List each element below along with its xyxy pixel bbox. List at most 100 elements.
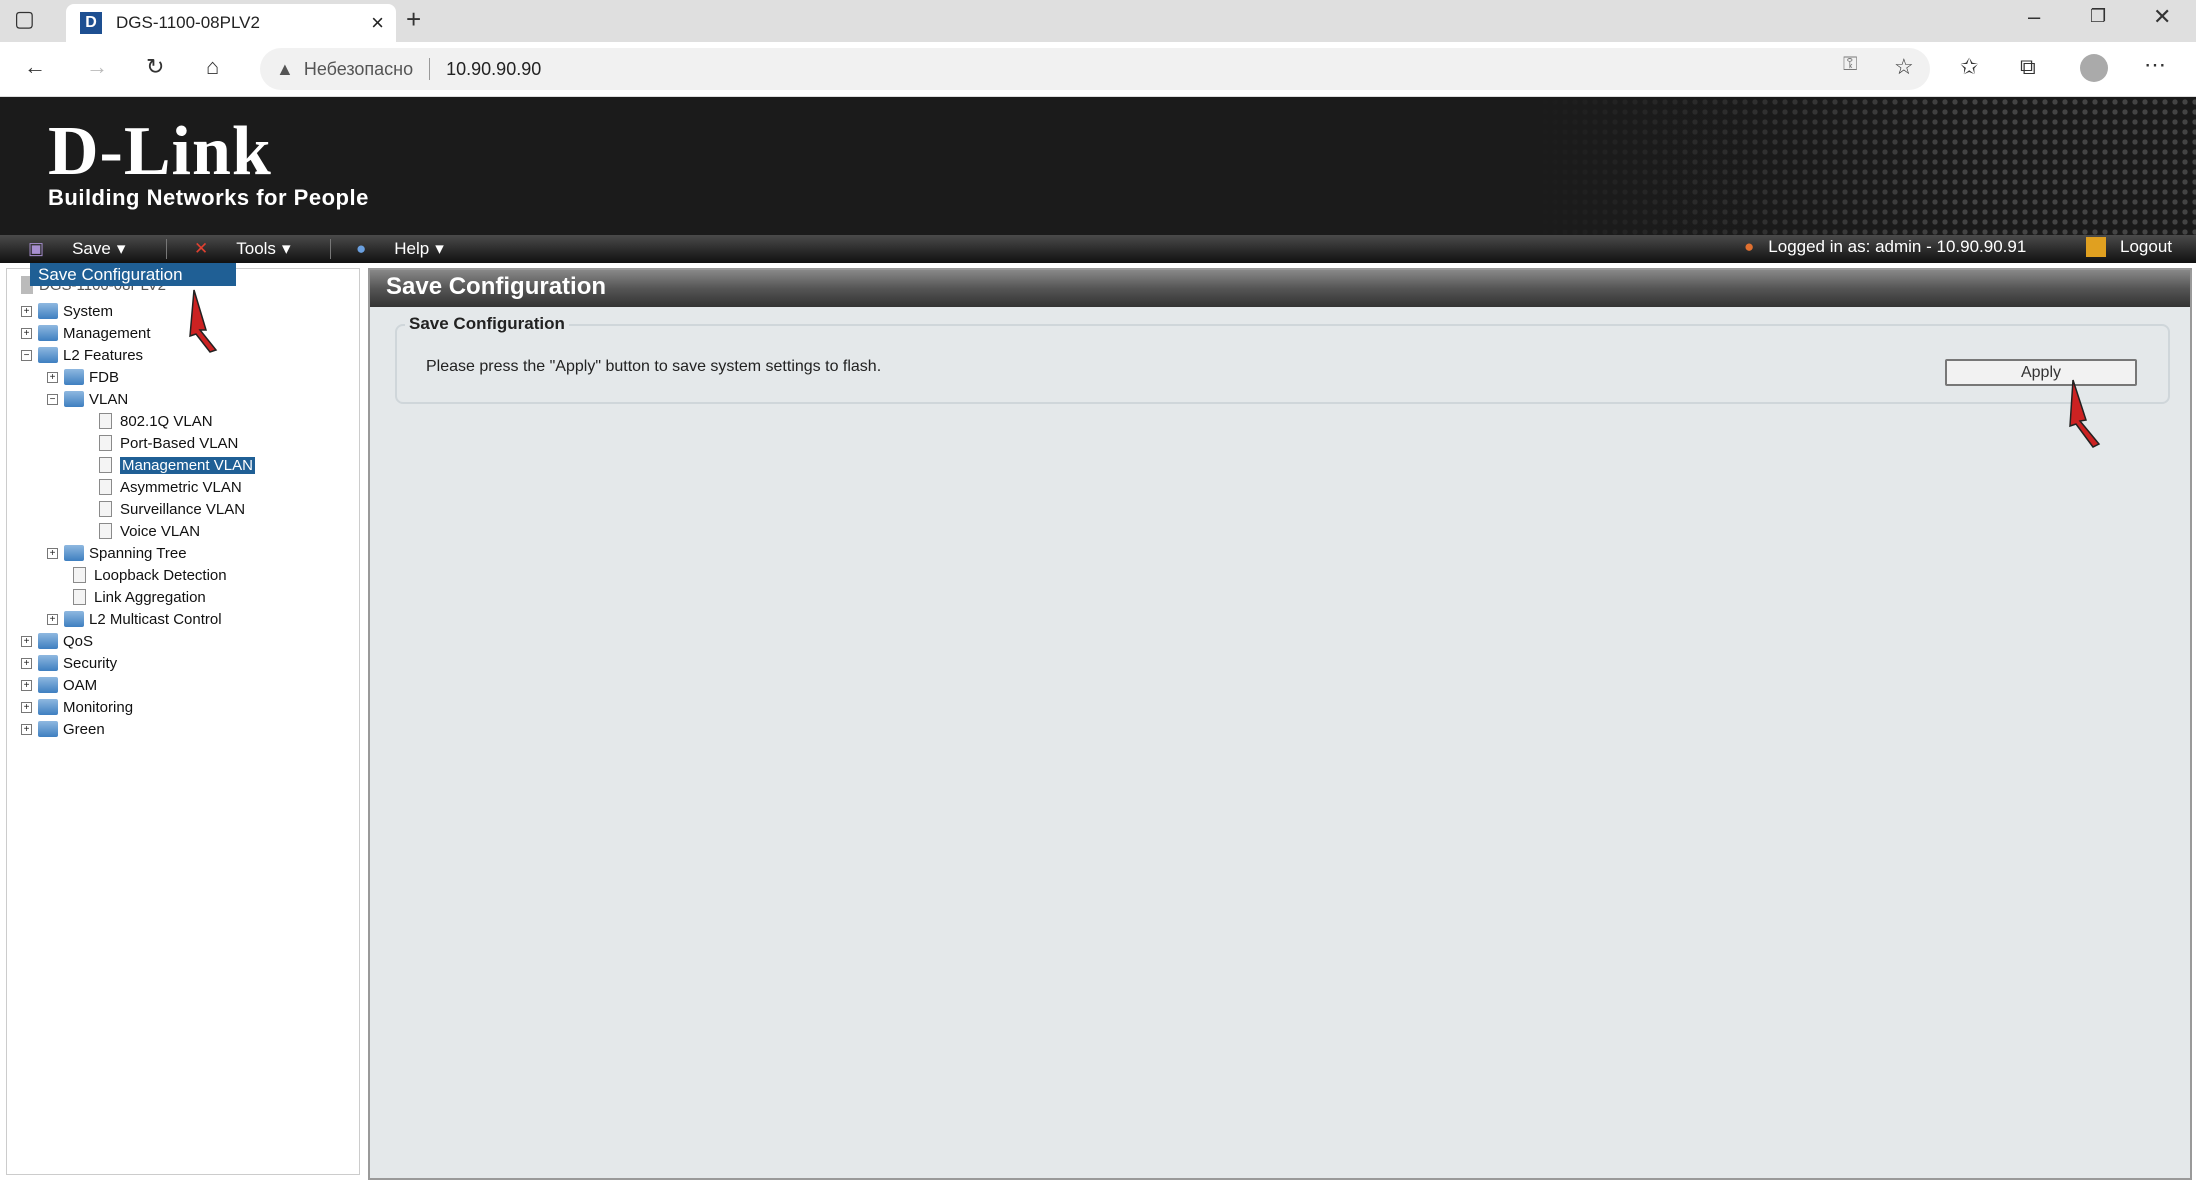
expand-icon[interactable]: + [47,371,58,383]
tree-item-label: Link Aggregation [94,588,206,606]
folder-icon [64,611,84,627]
expand-icon[interactable]: + [47,613,58,625]
reload-icon[interactable]: ↻ [146,54,164,80]
menu-save[interactable]: ▣ Save ▾ [28,239,125,259]
tree-item[interactable]: + Management [21,323,151,343]
collapse-icon[interactable]: − [21,349,32,361]
folder-icon [64,369,84,385]
menu-tools[interactable]: ✕ Tools ▾ [194,239,290,259]
document-icon [99,457,112,473]
help-icon: ● [356,239,367,258]
floppy-icon: ▣ [28,239,45,258]
tree-item[interactable]: Loopback Detection [73,565,227,585]
more-icon[interactable]: ⋯ [2144,52,2166,78]
document-icon [99,479,112,495]
logout-button[interactable]: Logout [2086,237,2172,257]
collections-icon[interactable]: ⧉ [2020,54,2036,80]
expand-icon[interactable]: + [21,635,32,647]
key-icon [2086,237,2106,257]
tree-item-label: L2 Multicast Control [89,610,222,628]
document-icon [73,567,86,583]
tree-item-label: Port-Based VLAN [120,434,239,452]
tree-item-label: Loopback Detection [94,566,227,584]
expand-icon[interactable]: + [21,657,32,669]
folder-icon [64,391,84,407]
expand-icon[interactable]: + [21,305,32,317]
expand-icon[interactable]: + [21,679,32,691]
tree-item-label: VLAN [89,390,129,408]
key-icon[interactable]: ⚿ [1843,54,1857,76]
folder-icon [38,303,58,319]
tree-item[interactable]: Voice VLAN [99,521,200,541]
menu-bar: ▣ Save ▾ ✕ Tools ▾ ● Help ▾ ● Logged in as: adm… [0,235,2196,263]
expand-icon[interactable]: + [21,723,32,735]
tree-item-label: Spanning Tree [89,544,187,562]
expand-icon[interactable]: + [47,547,58,559]
folder-icon [38,677,58,693]
restore-icon[interactable]: ❐ [2090,6,2106,27]
profile-avatar-icon[interactable] [2080,54,2108,82]
dlink-header: D-Link Building Networks for People [0,97,2196,235]
tree-item[interactable]: + QoS [21,631,93,651]
folder-icon [38,325,58,341]
collapse-icon[interactable]: − [47,393,58,405]
folder-icon [38,633,58,649]
tree-item[interactable]: − VLAN [47,389,128,409]
tree-item[interactable]: Port-Based VLAN [99,433,238,453]
folder-icon [64,545,84,561]
tree-item[interactable]: + Security [21,653,117,673]
tab-actions-icon[interactable]: ▢ [14,6,35,32]
logged-in-status: ● Logged in as: admin - 10.90.90.91 [1744,237,2027,256]
tree-item[interactable]: + L2 Multicast Control [47,609,222,629]
tree-item-label: OAM [63,676,98,694]
menu-help[interactable]: ● Help ▾ [356,239,444,259]
dlink-logo: D-Link Building Networks for People [48,113,369,211]
save-configuration-fieldset: Save Configuration Please press the "App… [395,314,2170,404]
new-tab-icon[interactable]: + [406,4,421,35]
tree-item[interactable]: + System [21,301,113,321]
minimize-icon[interactable]: – [2028,4,2040,30]
expand-icon[interactable]: + [21,327,32,339]
main-content: Save Configuration Save Configuration Pl… [368,268,2192,1180]
address-toolbar: ← → ↻ ⌂ ▲ Небезопасно 10.90.90.90 ⚿ ☆ ✩ … [0,42,2196,97]
tools-icon: ✕ [194,239,209,258]
menu-item-save-configuration[interactable]: Save Configuration [30,263,236,286]
tree-item[interactable]: Asymmetric VLAN [99,477,242,497]
tree-item[interactable]: + Monitoring [21,697,133,717]
tree-item-label: Management VLAN [120,456,255,474]
browser-tab[interactable]: D DGS-1100-08PLV2 × [66,4,396,42]
tree-item-label: Surveillance VLAN [120,500,246,518]
tree-item-label: Management [63,324,151,342]
tree-item[interactable]: + Spanning Tree [47,543,187,563]
warning-icon: ▲ [276,58,294,79]
close-tab-icon[interactable]: × [371,10,384,36]
expand-icon[interactable]: + [21,701,32,713]
favorites-icon[interactable]: ✩ [1960,54,1978,80]
tree-item-label: Monitoring [63,698,134,716]
tree-item[interactable]: + Green [21,719,105,739]
folder-icon [38,721,58,737]
document-icon [99,435,112,451]
document-icon [73,589,86,605]
close-window-icon[interactable]: ✕ [2153,4,2171,30]
tree-item[interactable]: Link Aggregation [73,587,206,607]
back-icon[interactable]: ← [24,54,46,80]
document-icon [99,501,112,517]
apply-button[interactable]: Apply [1945,359,2137,386]
tree-item[interactable]: Management VLAN [99,455,255,475]
add-favorite-icon[interactable]: ☆ [1894,54,1914,80]
page-title: Save Configuration [370,270,2190,307]
tree-item[interactable]: 802.1Q VLAN [99,411,213,431]
tree-item[interactable]: + FDB [47,367,119,387]
home-icon[interactable]: ⌂ [206,54,219,80]
forward-icon[interactable]: → [86,54,108,80]
tree-item[interactable]: Surveillance VLAN [99,499,245,519]
address-bar[interactable]: ▲ Небезопасно 10.90.90.90 [260,48,1930,90]
folder-icon [38,699,58,715]
user-icon: ● [1744,237,1755,256]
tree-item-label: QoS [63,632,94,650]
tree-item-label: Security [63,654,118,672]
tree-item-label: 802.1Q VLAN [120,412,213,430]
tree-item[interactable]: + OAM [21,675,97,695]
tree-item[interactable]: − L2 Features [21,345,143,365]
